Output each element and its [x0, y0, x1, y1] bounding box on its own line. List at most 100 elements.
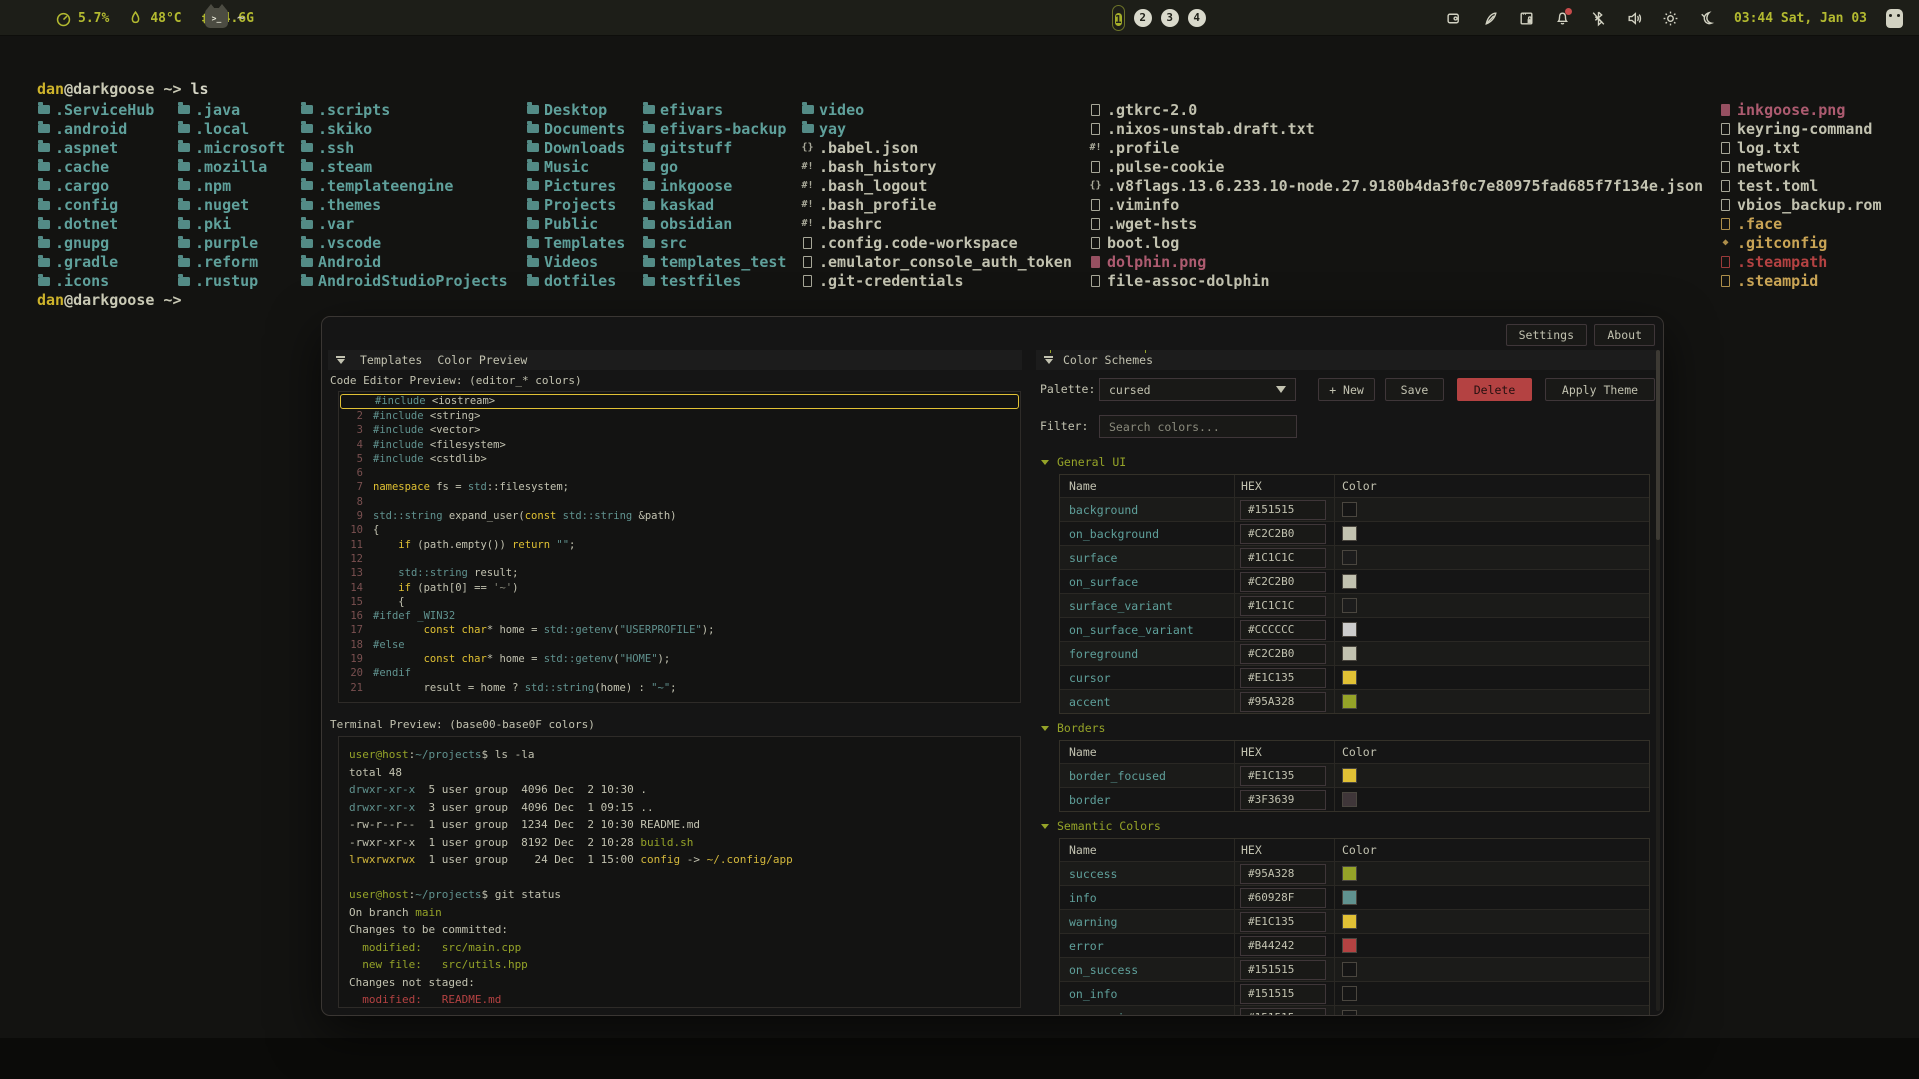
hex-input[interactable]: #C2C2B0 — [1240, 524, 1326, 544]
color-row[interactable]: on_background#C2C2B0 — [1060, 521, 1649, 545]
new-palette-button[interactable]: + New — [1318, 378, 1375, 401]
section-header-borders[interactable]: Borders — [1040, 722, 1654, 734]
night-light-icon[interactable] — [1698, 10, 1715, 27]
color-swatch[interactable] — [1342, 622, 1357, 637]
color-row[interactable]: cursor#E1C135 — [1060, 665, 1649, 689]
color-swatch[interactable] — [1342, 646, 1357, 661]
color-swatch[interactable] — [1342, 694, 1357, 709]
search-colors-input[interactable] — [1099, 415, 1297, 438]
color-swatch[interactable] — [1342, 670, 1357, 685]
color-swatch[interactable] — [1342, 526, 1357, 541]
about-button[interactable]: About — [1594, 324, 1655, 346]
color-swatch[interactable] — [1342, 914, 1357, 929]
hex-input[interactable]: #95A328 — [1240, 692, 1326, 712]
hex-input[interactable]: #B44242 — [1240, 936, 1326, 956]
color-row[interactable]: surface#1C1C1C — [1060, 545, 1649, 569]
color-row[interactable]: on_warning#151515 — [1060, 1005, 1649, 1015]
hex-input[interactable]: #E1C135 — [1240, 912, 1326, 932]
brightness-icon[interactable] — [1662, 10, 1679, 27]
color-row[interactable]: background #151515 — [1060, 497, 1649, 521]
hex-input[interactable]: #151515 — [1240, 960, 1326, 980]
taskbar-app[interactable]: >_ ~ — [205, 0, 245, 36]
ls-entry: .git-credentials — [801, 272, 1072, 291]
apply-theme-button[interactable]: Apply Theme — [1545, 378, 1655, 401]
color-name: background — [1060, 503, 1234, 517]
file-name: .v8flags.13.6.233.10-node.27.9180b4da3f0… — [1107, 177, 1703, 195]
scrollbar[interactable] — [1656, 350, 1660, 1011]
hex-input[interactable]: #C2C2B0 — [1240, 644, 1326, 664]
delete-button[interactable]: Delete — [1457, 378, 1532, 401]
hex-input[interactable]: #3F3639 — [1240, 790, 1326, 810]
color-swatch[interactable] — [1342, 598, 1357, 613]
color-row[interactable]: on_surface_variant#CCCCCC — [1060, 617, 1649, 641]
code-line: 16#ifdef _WIN32 — [339, 609, 1020, 623]
hex-input[interactable]: #151515 — [1240, 1008, 1326, 1016]
scrollbar-thumb[interactable] — [1656, 350, 1660, 540]
feather-icon[interactable] — [1482, 10, 1499, 27]
color-swatch[interactable] — [1342, 768, 1357, 783]
color-row[interactable]: on_info#151515 — [1060, 981, 1649, 1005]
terminal-app-icon[interactable]: >_ — [205, 8, 228, 28]
hex-input[interactable]: #1C1C1C — [1240, 548, 1326, 568]
ls-entry: video — [801, 100, 1072, 119]
hex-input[interactable]: #E1C135 — [1240, 766, 1326, 786]
hex-input[interactable]: #60928F — [1240, 888, 1326, 908]
color-swatch[interactable] — [1342, 890, 1357, 905]
color-swatch[interactable] — [1342, 938, 1357, 953]
workspace-button-active[interactable]: 1 — [1115, 13, 1122, 26]
color-row[interactable]: error#B44242 — [1060, 933, 1649, 957]
workspace-button[interactable]: 4 — [1188, 9, 1206, 27]
hex-input[interactable]: #151515 — [1240, 984, 1326, 1004]
color-cell — [1334, 958, 1649, 981]
color-row[interactable]: border#3F3639 — [1060, 787, 1649, 811]
hex-input[interactable]: #1C1C1C — [1240, 596, 1326, 616]
color-row[interactable]: success#95A328 — [1060, 861, 1649, 885]
file-name: .profile — [1107, 139, 1179, 157]
color-row[interactable]: accent#95A328 — [1060, 689, 1649, 713]
color-row[interactable]: warning#E1C135 — [1060, 909, 1649, 933]
hex-input[interactable]: #95A328 — [1240, 864, 1326, 884]
color-row[interactable]: on_success#151515 — [1060, 957, 1649, 981]
settings-button[interactable]: Settings — [1506, 324, 1587, 346]
tab-templates[interactable]: Templates — [360, 353, 422, 367]
hex-input[interactable]: #151515 — [1240, 500, 1326, 520]
bluetooth-off-icon[interactable] — [1590, 10, 1607, 27]
color-swatch[interactable] — [1342, 502, 1357, 517]
color-row[interactable]: on_surface#C2C2B0 — [1060, 569, 1649, 593]
volume-icon[interactable] — [1626, 10, 1643, 27]
clock[interactable]: 03:44 Sat, Jan 03 — [1734, 11, 1867, 26]
color-cell — [1334, 642, 1649, 665]
hex-input[interactable]: #CCCCCC — [1240, 620, 1326, 640]
color-swatch[interactable] — [1342, 1010, 1357, 1015]
notification-bell-icon[interactable] — [1554, 10, 1571, 27]
hex-input[interactable]: #E1C135 — [1240, 668, 1326, 688]
collapse-icon[interactable] — [336, 356, 345, 364]
collapse-icon[interactable] — [1044, 356, 1053, 364]
workspace-button[interactable]: 3 — [1161, 9, 1179, 27]
color-row[interactable]: foreground#C2C2B0 — [1060, 641, 1649, 665]
color-swatch[interactable] — [1342, 792, 1357, 807]
screenshot-icon[interactable] — [1518, 10, 1535, 27]
screen-record-icon[interactable] — [1446, 10, 1463, 27]
section-header-general-ui[interactable]: General UI — [1040, 456, 1654, 468]
color-row[interactable]: info#60928F — [1060, 885, 1649, 909]
power-menu-icon[interactable] — [1886, 9, 1903, 28]
color-swatch[interactable] — [1342, 550, 1357, 565]
color-row[interactable]: border_focused#E1C135 — [1060, 763, 1649, 787]
file-name: .cargo — [55, 177, 109, 195]
save-button[interactable]: Save — [1385, 378, 1444, 401]
color-row[interactable]: surface_variant #1C1C1C — [1060, 593, 1649, 617]
color-swatch[interactable] — [1342, 574, 1357, 589]
workspace-button[interactable]: 2 — [1134, 9, 1152, 27]
color-name: surface_variant — [1060, 599, 1234, 613]
code-editor-preview: #include <iostream>2#include <string>3#i… — [338, 391, 1021, 703]
tab-color-schemes[interactable]: Color Schemes — [1063, 353, 1153, 367]
hex-input[interactable]: #C2C2B0 — [1240, 572, 1326, 592]
color-swatch[interactable] — [1342, 986, 1357, 1001]
color-swatch[interactable] — [1342, 866, 1357, 881]
palette-select[interactable]: cursed — [1099, 378, 1296, 401]
ls-entry: #!.bash_history — [801, 157, 1072, 176]
tab-color-preview[interactable]: Color Preview — [437, 353, 527, 367]
section-header-semantic-colors[interactable]: Semantic Colors — [1040, 820, 1654, 832]
color-swatch[interactable] — [1342, 962, 1357, 977]
